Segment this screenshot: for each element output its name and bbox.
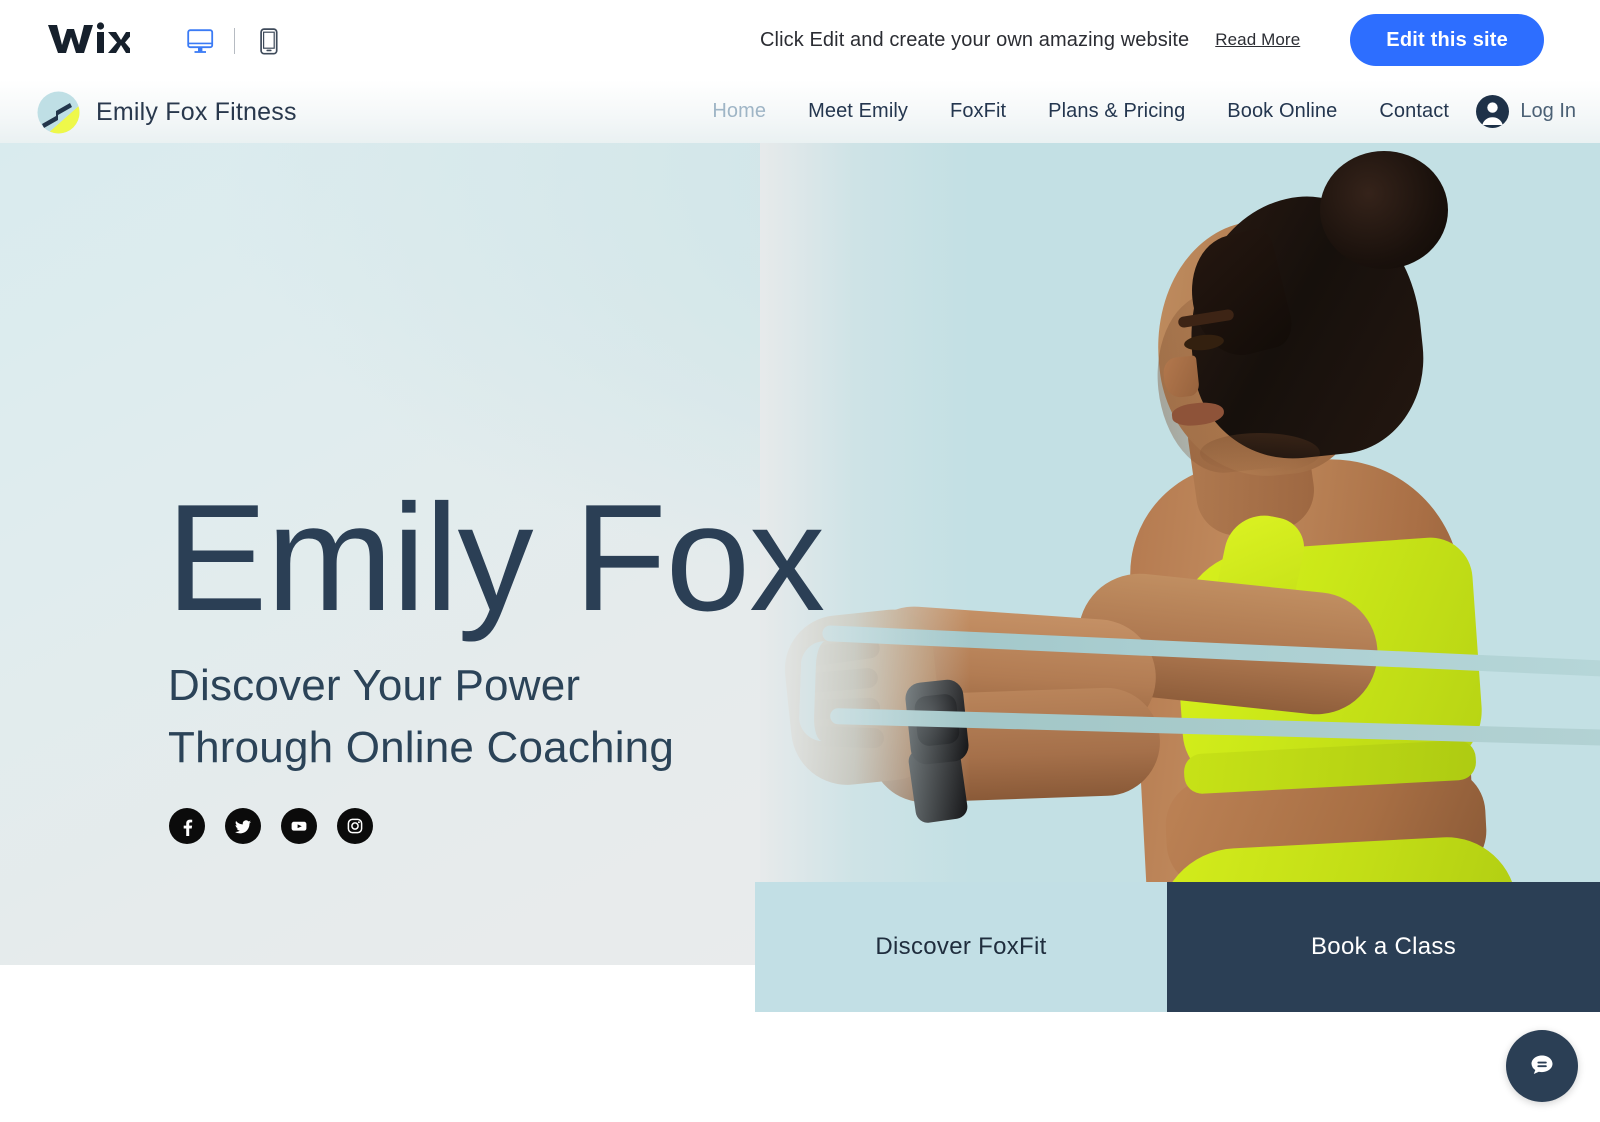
youtube-link[interactable]	[281, 808, 317, 844]
hero-subtitle: Discover Your Power Through Online Coach…	[168, 655, 674, 780]
emily-fox-logo-icon	[37, 91, 80, 134]
brand-name: Emily Fox Fitness	[96, 98, 297, 126]
social-links	[169, 808, 373, 844]
login-button[interactable]: Log In	[1476, 80, 1576, 143]
hero-title: Emily Fox	[166, 473, 825, 643]
figure-hair-bun	[1320, 151, 1448, 269]
book-a-class-button[interactable]: Book a Class	[1167, 882, 1600, 1012]
twitter-link[interactable]	[225, 808, 261, 844]
wix-promo-message: Click Edit and create your own amazing w…	[760, 0, 1300, 80]
nav-item-plans-pricing[interactable]: Plans & Pricing	[1027, 100, 1206, 123]
wix-wordmark-icon	[48, 22, 130, 53]
chat-bubble-icon	[1531, 1055, 1553, 1074]
mobile-view-button[interactable]	[247, 20, 291, 62]
mobile-icon	[260, 27, 278, 55]
nav-item-home[interactable]: Home	[691, 100, 787, 123]
site-header: Emily Fox Fitness Home Meet Emily FoxFit…	[0, 80, 1600, 143]
youtube-icon	[291, 821, 307, 831]
discover-foxfit-button[interactable]: Discover FoxFit	[755, 882, 1167, 1012]
avatar-icon	[1476, 95, 1510, 128]
nav-item-contact[interactable]: Contact	[1358, 100, 1470, 123]
nav-item-meet-emily[interactable]: Meet Emily	[787, 100, 929, 123]
instagram-link[interactable]	[337, 808, 373, 844]
instagram-icon	[347, 818, 363, 834]
hero-cta-row: Discover FoxFit Book a Class	[755, 882, 1600, 1012]
page-root: Click Edit and create your own amazing w…	[0, 0, 1600, 1122]
hero-photo	[760, 143, 1600, 965]
hero-subtitle-line1: Discover Your Power	[168, 661, 581, 710]
device-toggle	[178, 20, 291, 62]
hero-subtitle-line2: Through Online Coaching	[168, 723, 675, 773]
edit-this-site-button[interactable]: Edit this site	[1350, 14, 1544, 66]
brand-logo-link[interactable]: Emily Fox Fitness	[36, 90, 297, 135]
promo-text: Click Edit and create your own amazing w…	[760, 28, 1190, 51]
login-label: Log In	[1520, 100, 1576, 122]
facebook-icon	[183, 819, 193, 836]
figure-jaw-shadow	[1200, 433, 1320, 473]
nav-item-foxfit[interactable]: FoxFit	[929, 100, 1027, 123]
read-more-link[interactable]: Read More	[1215, 30, 1300, 50]
desktop-view-button[interactable]	[178, 20, 222, 62]
nav-item-book-online[interactable]: Book Online	[1206, 100, 1358, 123]
toggle-divider	[234, 28, 235, 54]
facebook-link[interactable]	[169, 808, 205, 844]
hero-section: Emily Fox Discover Your Power Through On…	[0, 143, 1600, 965]
wix-top-bar: Click Edit and create your own amazing w…	[0, 0, 1600, 80]
chat-widget-button[interactable]	[1506, 1030, 1578, 1102]
desktop-icon	[186, 28, 213, 53]
twitter-icon	[235, 820, 251, 834]
wix-logo[interactable]	[46, 18, 130, 60]
main-navigation: Home Meet Emily FoxFit Plans & Pricing B…	[691, 80, 1470, 143]
